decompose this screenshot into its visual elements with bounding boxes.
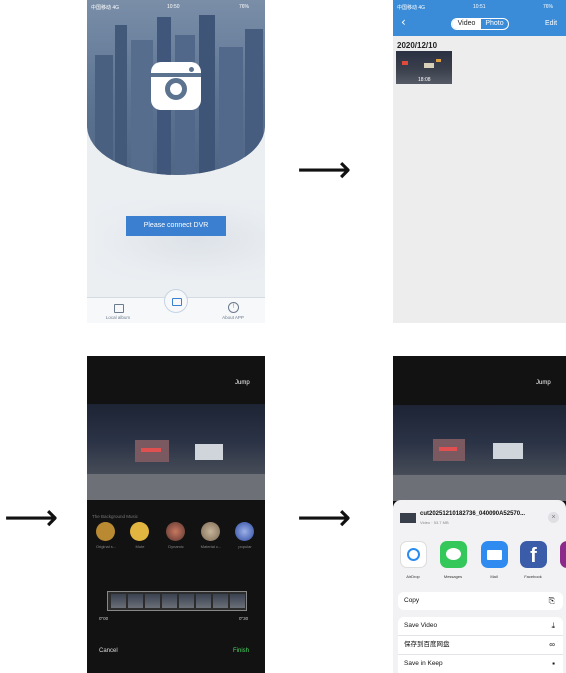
tab-about-app[interactable]: About APP [213, 315, 253, 320]
file-name: cut20251210182736_040090A52570... [420, 511, 526, 517]
record-tab-button[interactable] [164, 289, 188, 313]
camera-logo-icon [151, 62, 201, 110]
cloud-icon: ∞ [549, 640, 555, 649]
edit-button[interactable]: Edit [545, 20, 557, 27]
music-original-icon[interactable] [96, 522, 115, 541]
media-type-segment: Video Photo [451, 18, 509, 30]
airdrop-icon[interactable] [400, 541, 427, 568]
video-thumbnail[interactable]: 18:08 [396, 51, 452, 84]
share-screen: Jump cut20251210182736_040090A52570... V… [393, 356, 566, 673]
finish-button[interactable]: Finish [233, 648, 249, 654]
video-camera-icon [172, 298, 182, 306]
facebook-icon[interactable]: f [520, 541, 547, 568]
music-section-title: The Background Music [92, 514, 139, 519]
music-label: Dynamic [168, 544, 184, 549]
copy-action[interactable]: Copy ⎘ [398, 592, 563, 610]
carrier-label: 中国移动 4G [91, 5, 120, 11]
album-screen: 中国移动 4G 10:51 76% ‹ Video Photo Edit 202… [393, 0, 566, 323]
time-start-label: 0"00 [99, 616, 109, 621]
more-app-icon[interactable] [560, 541, 566, 568]
jump-button[interactable]: Jump [536, 380, 551, 386]
download-icon: ⤓ [551, 621, 555, 630]
car-background-image [95, 200, 265, 280]
messages-icon[interactable] [440, 541, 467, 568]
arrow-right-icon: ⟶ [4, 495, 59, 539]
info-icon[interactable]: ! [228, 302, 239, 313]
file-meta: Video · 53.7 MB [420, 520, 449, 525]
music-label: popular [238, 544, 252, 549]
date-header: 2020/12/10 [397, 41, 438, 50]
arrow-right-icon: ⟶ [297, 495, 352, 539]
app-label: AirDrop [406, 574, 420, 579]
music-popular-icon[interactable] [235, 522, 254, 541]
music-material-icon[interactable] [201, 522, 220, 541]
tab-photo[interactable]: Photo [480, 19, 508, 29]
mail-icon[interactable] [481, 541, 508, 568]
battery-label: 76% [543, 4, 554, 10]
back-chevron-icon[interactable]: ‹ [401, 15, 406, 29]
jump-button[interactable]: Jump [235, 380, 250, 386]
timeline-strip[interactable] [107, 591, 247, 611]
home-screen: 中国移动 4G 10:50 76% Please connect DVR Loc… [87, 0, 265, 323]
music-label: Mute [135, 544, 145, 549]
save-video-action[interactable]: Save Video ⤓ [398, 617, 563, 636]
tab-video[interactable]: Video [452, 19, 481, 29]
tab-local-album[interactable]: Local album [98, 315, 138, 320]
file-thumbnail [400, 513, 416, 523]
time-end-label: 0"30 [239, 616, 249, 621]
share-sheet: cut20251210182736_040090A52570... Video … [393, 500, 566, 673]
music-dynamic-icon[interactable] [166, 522, 185, 541]
video-preview [393, 405, 566, 501]
battery-label: 76% [239, 4, 250, 10]
video-edit-screen: Jump The Background Music Original s... … [87, 356, 265, 673]
app-label: Facebook [524, 574, 542, 579]
clock-label: 10:50 [167, 4, 180, 10]
app-label: Mail [490, 574, 498, 579]
baidu-save-action[interactable]: 保存到百度网盘 ∞ [398, 636, 563, 655]
video-preview [87, 404, 265, 500]
status-bar: 中国移动 4G 10:50 76% [87, 0, 265, 14]
clock-label: 10:51 [473, 4, 486, 10]
app-label: Messages [443, 574, 463, 579]
close-icon[interactable]: × [548, 512, 559, 523]
album-header: 中国移动 4G 10:51 76% ‹ Video Photo Edit [393, 0, 566, 36]
connect-dvr-button[interactable]: Please connect DVR [126, 216, 226, 236]
album-icon[interactable] [114, 304, 124, 313]
thumb-duration: 18:08 [418, 77, 431, 83]
carrier-label: 中国移动 4G [397, 5, 426, 11]
copy-icon: ⎘ [548, 596, 555, 605]
cancel-button[interactable]: Cancel [99, 648, 118, 654]
music-label: Original s... [95, 544, 117, 549]
music-mute-icon[interactable] [130, 522, 149, 541]
keep-save-action[interactable]: Save in Keep ▪ [398, 655, 563, 673]
arrow-right-icon: ⟶ [297, 147, 352, 191]
music-label: Material c... [200, 544, 222, 549]
status-bar: 中国移动 4G 10:51 76% [393, 0, 566, 14]
bookmark-icon: ▪ [552, 659, 555, 668]
